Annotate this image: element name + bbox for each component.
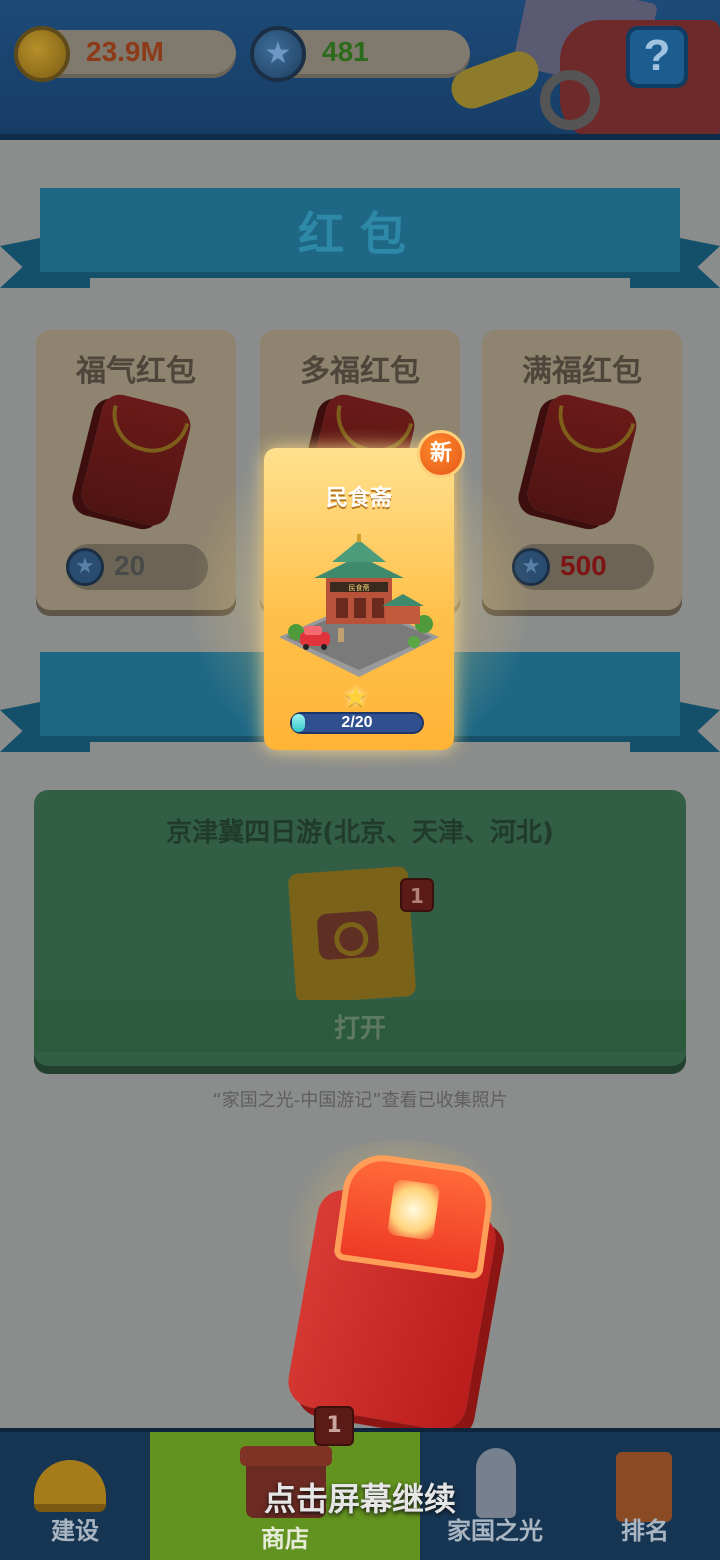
top-bar: 23.9M ★ 481 ? bbox=[0, 0, 720, 140]
blue-star-gem-icon: ★ bbox=[66, 548, 104, 586]
blue-star-gem-icon: ★ bbox=[250, 26, 306, 82]
progress-bar: 2/20 bbox=[290, 712, 424, 734]
red-packet-icon bbox=[523, 390, 641, 530]
price-button[interactable]: ★ 500 bbox=[512, 544, 654, 590]
gem-counter[interactable]: ★ 481 bbox=[250, 26, 470, 82]
open-button-label: 打开 bbox=[333, 1014, 386, 1044]
camera-icon bbox=[316, 910, 380, 961]
reward-name: 民食斋 bbox=[325, 486, 392, 511]
help-button[interactable]: ? bbox=[626, 26, 688, 88]
new-badge: 新 bbox=[417, 430, 465, 478]
magnifier-decoration bbox=[540, 70, 600, 130]
photo-album-panel[interactable]: 京津冀四日游(北京、天津、河北) 1 打开 bbox=[34, 790, 686, 1066]
packet-name: 多福红包 bbox=[300, 354, 420, 389]
packet-name: 满福红包 bbox=[522, 354, 642, 389]
gem-value: 481 bbox=[322, 36, 369, 67]
gold-coin-icon bbox=[14, 26, 70, 82]
coin-value: 23.9M bbox=[86, 36, 164, 67]
price-value: 20 bbox=[114, 550, 146, 581]
progress-text: 2/20 bbox=[341, 714, 373, 731]
album-title: 京津冀四日游(北京、天津、河北) bbox=[166, 818, 554, 848]
tap-to-continue-hint[interactable]: 点击屏幕继续 bbox=[0, 1474, 720, 1520]
star-icon: ★ bbox=[343, 680, 369, 713]
photo-album-icon bbox=[287, 865, 417, 1005]
building-sign: 民食斋 bbox=[349, 583, 370, 592]
packet-name: 福气红包 bbox=[76, 354, 196, 389]
section-title: 红包 bbox=[298, 207, 422, 261]
album-hint: “家国之光-中国游记”查看已收集照片 bbox=[212, 1090, 508, 1111]
coin-counter[interactable]: 23.9M bbox=[14, 26, 236, 82]
price-button[interactable]: ★ 20 bbox=[66, 544, 208, 590]
red-packet-icon bbox=[77, 390, 195, 530]
reward-card[interactable]: 民食斋 民食斋 ★ 2/20 bbox=[264, 448, 454, 750]
nav-label: 商店 bbox=[261, 1525, 309, 1553]
price-value: 500 bbox=[560, 550, 607, 581]
building-illustration: 民食斋 bbox=[279, 534, 439, 677]
section-ribbon: 红包 bbox=[0, 188, 720, 308]
album-count-badge: 1 bbox=[400, 878, 434, 912]
shop-notification-badge: 1 bbox=[314, 1406, 354, 1446]
